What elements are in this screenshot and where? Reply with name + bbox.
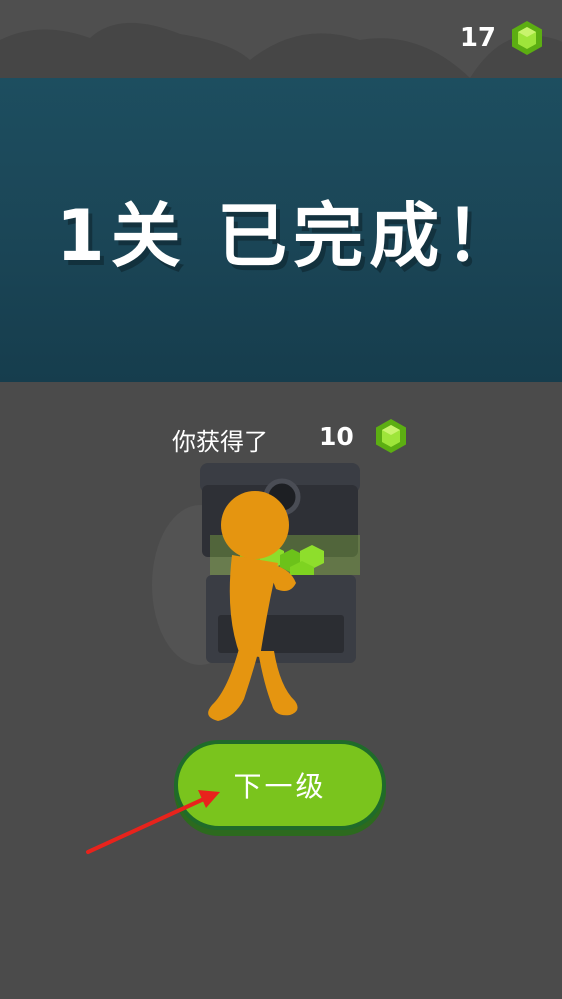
green-gem-icon: [512, 21, 542, 55]
reward-label: 你获得了: [172, 428, 268, 456]
treasure-chest: [200, 463, 360, 663]
next-level-label: 下一级: [233, 770, 327, 803]
gem-count: 17: [459, 23, 496, 53]
reward-row: 你获得了 10: [0, 418, 562, 458]
gem-counter: 17: [460, 20, 544, 56]
level-complete-banner: 17 1关 已完成！: [0, 0, 562, 382]
reward-amount: 10: [319, 422, 354, 451]
level-complete-title: 1关 已完成！: [56, 195, 522, 277]
treasure-chest-illustration: [152, 463, 360, 721]
red-arrow-icon: [86, 790, 220, 854]
green-gem-icon: [376, 419, 406, 453]
